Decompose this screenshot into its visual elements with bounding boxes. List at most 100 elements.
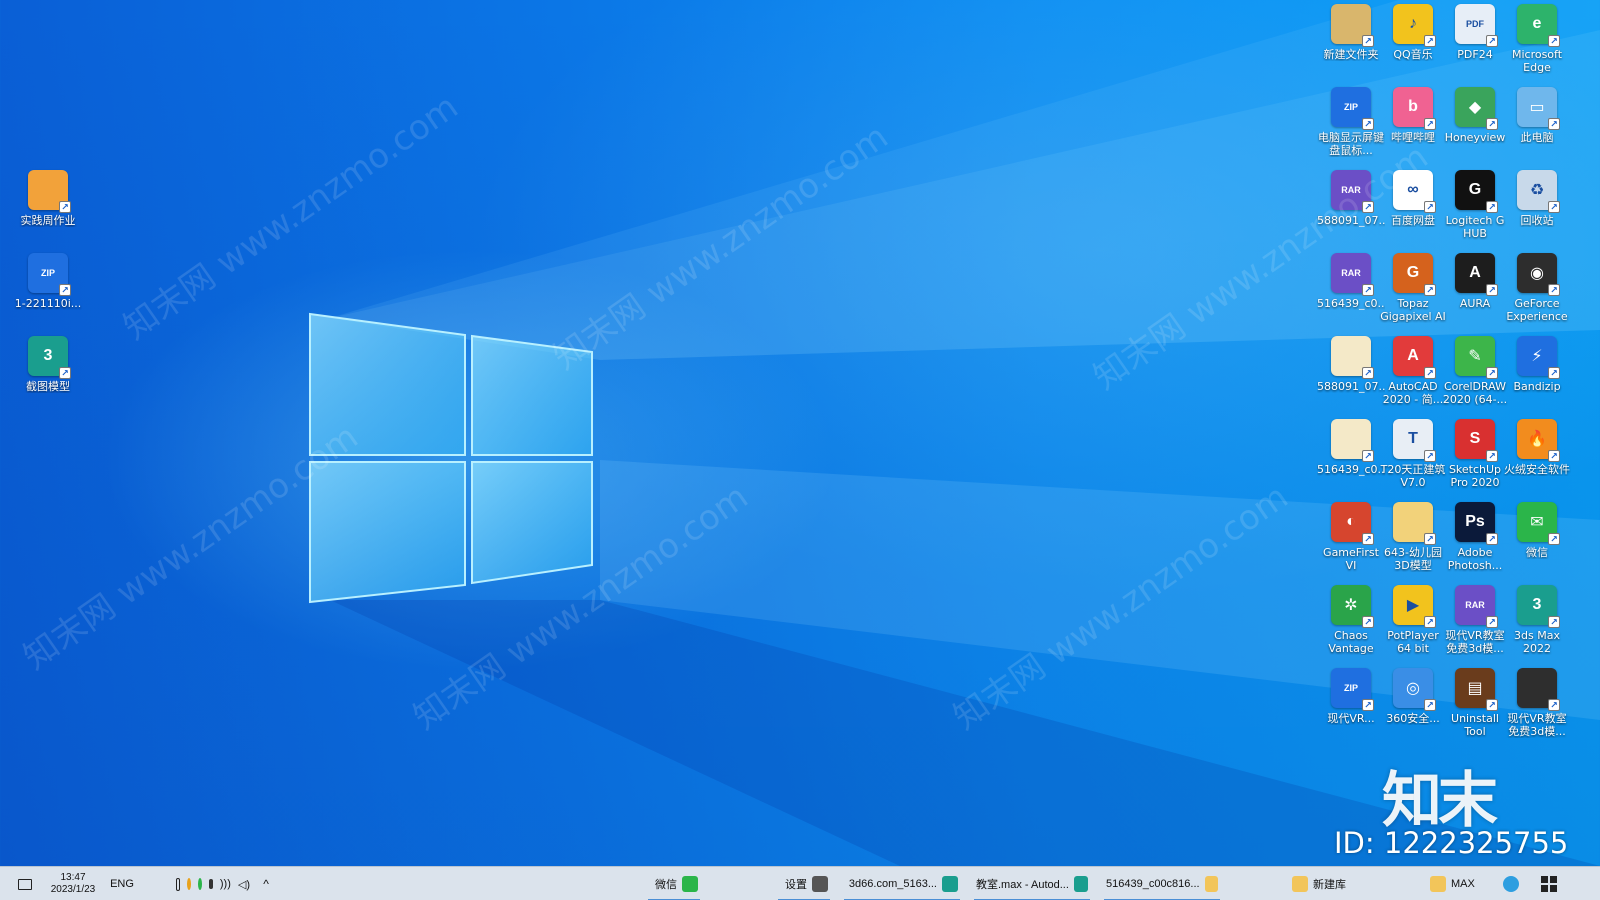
desktop-icon[interactable]: A ↗ AURA [1441, 253, 1509, 337]
desktop-icon[interactable]: ♻ ↗ 回收站 [1503, 170, 1571, 254]
desktop-icon[interactable]: ZIP ↗ 1-221110i... [14, 253, 82, 337]
edge-icon: e ↗ [1517, 4, 1560, 47]
desktop-icon[interactable]: ↗ 实践周作业 [14, 170, 82, 254]
wechat-tray-icon[interactable] [197, 878, 202, 890]
360-icon: ◎ ↗ [1393, 668, 1436, 711]
taskbar-window-button[interactable]: 微信 [644, 867, 704, 900]
computer-icon: ▭ ↗ [1517, 87, 1560, 130]
desktop-icon[interactable]: PDF ↗ PDF24 [1441, 4, 1509, 88]
shortcut-arrow-icon: ↗ [1362, 699, 1374, 711]
taskbar-label: 3d66.com_5163... [848, 878, 937, 890]
desktop-icon[interactable]: 3 ↗ 截图模型 [14, 336, 82, 420]
desktop-icon-label: Adobe Photosh... [1447, 546, 1503, 572]
desktop-icon-label: 588091_07... [1317, 214, 1385, 227]
desktop-icon[interactable]: ◎ ↗ 360安全... [1379, 668, 1447, 752]
taskbar-window-button[interactable]: 教室.max - Autod... [970, 867, 1094, 900]
topaz-icon: G ↗ [1393, 253, 1436, 296]
desktop-icon[interactable]: ZIP ↗ 现代VR... [1317, 668, 1385, 752]
desktop-icon[interactable]: ↗ 现代VR教室免费3d模... [1503, 668, 1571, 752]
nvidia-icon: ◉ ↗ [1517, 253, 1560, 296]
windows-start-icon [1541, 876, 1557, 892]
shortcut-arrow-icon: ↗ [1486, 367, 1498, 379]
gear-icon [812, 876, 828, 892]
desktop-icon[interactable]: S ↗ SketchUp Pro 2020 [1441, 419, 1509, 503]
taskbar-window-button[interactable]: 3d66.com_5163... [840, 867, 964, 900]
desktop-icon[interactable]: Ps ↗ Adobe Photosh... [1441, 502, 1509, 586]
desktop-icon[interactable]: RAR ↗ 现代VR教室免费3d模... [1441, 585, 1509, 669]
volume-icon[interactable]: ◁) [238, 878, 250, 891]
usb-icon[interactable] [176, 877, 180, 891]
desktop-icon[interactable]: ◐ ↗ GameFirst VI [1317, 502, 1385, 586]
desktop-icon[interactable]: G ↗ Logitech G HUB [1441, 170, 1509, 254]
language-indicator[interactable]: ENG [104, 867, 140, 900]
desktop-icon[interactable]: ∞ ↗ 百度网盘 [1379, 170, 1447, 254]
qq-music-icon: ♪ ↗ [1393, 4, 1436, 47]
app-tray-icon[interactable] [186, 878, 191, 890]
desktop-icon-label: GeForce Experience [1506, 297, 1568, 323]
camera-tray-icon[interactable] [208, 879, 213, 889]
desktop-icon[interactable]: ✎ ↗ CorelDRAW 2020 (64-... [1441, 336, 1509, 420]
bandizip-rar-icon: RAR ↗ [1455, 585, 1498, 628]
desktop-icon[interactable]: ▭ ↗ 此电脑 [1503, 87, 1571, 171]
shortcut-arrow-icon: ↗ [59, 284, 71, 296]
shortcut-arrow-icon: ↗ [1362, 616, 1374, 628]
desktop-icon-label: 现代VR教室免费3d模... [1445, 629, 1505, 655]
bandizip-zip-icon: ZIP ↗ [28, 253, 71, 296]
desktop-icon[interactable]: ▤ ↗ Uninstall Tool [1441, 668, 1509, 752]
desktop-icon[interactable]: ZIP ↗ 电脑显示屏键盘鼠标... [1317, 87, 1385, 171]
3dsmax-icon: 3 ↗ [28, 336, 71, 379]
desktop-icon[interactable]: G ↗ Topaz Gigapixel AI [1379, 253, 1447, 337]
taskbar-window-button[interactable]: 设置 [774, 867, 834, 900]
desktop-icon[interactable]: ♪ ↗ QQ音乐 [1379, 4, 1447, 88]
desktop-icon[interactable]: ◉ ↗ GeForce Experience [1503, 253, 1571, 337]
clock[interactable]: 13:47 2023/1/23 [42, 867, 104, 900]
desktop-icon[interactable]: ↗ 新建文件夹 [1317, 4, 1385, 88]
desktop-icon[interactable]: ↗ 588091_07... [1317, 336, 1385, 420]
shortcut-arrow-icon: ↗ [1486, 201, 1498, 213]
taskbar-edge[interactable] [1494, 867, 1528, 900]
desktop-icon[interactable]: 🔥 ↗ 火绒安全软件 [1503, 419, 1571, 503]
action-center-button[interactable] [10, 867, 40, 900]
bandizip-icon: ⚡ ↗ [1517, 336, 1560, 379]
desktop-icon[interactable]: 3 ↗ 3ds Max 2022 [1503, 585, 1571, 669]
desktop-icon[interactable]: e ↗ Microsoft Edge [1503, 4, 1571, 88]
desktop-icon[interactable]: b ↗ 哔哩哔哩 [1379, 87, 1447, 171]
desktop-icon[interactable]: ▶ ↗ PotPlayer 64 bit [1379, 585, 1447, 669]
desktop-icon[interactable]: A ↗ AutoCAD 2020 - 简... [1379, 336, 1447, 420]
shortcut-arrow-icon: ↗ [59, 367, 71, 379]
shortcut-arrow-icon: ↗ [1362, 533, 1374, 545]
desktop-icon[interactable]: ↗ 516439_c0... [1317, 419, 1385, 503]
desktop-icon-label: 百度网盘 [1391, 214, 1435, 227]
shortcut-arrow-icon: ↗ [1362, 201, 1374, 213]
shortcut-arrow-icon: ↗ [1486, 450, 1498, 462]
desktop-icon[interactable]: RAR ↗ 588091_07... [1317, 170, 1385, 254]
desktop-icon[interactable]: ◆ ↗ Honeyview [1441, 87, 1509, 171]
desktop-icon-label: 1-221110i... [14, 297, 82, 310]
desktop-icon-label: PDF24 [1457, 48, 1493, 61]
coreldraw-icon: ✎ ↗ [1455, 336, 1498, 379]
potplayer-icon: ▶ ↗ [1393, 585, 1436, 628]
shortcut-arrow-icon: ↗ [1548, 450, 1560, 462]
desktop-icon[interactable]: T ↗ T20天正建筑 V7.0 [1379, 419, 1447, 503]
desktop-icon-label: 微信 [1526, 546, 1548, 559]
folder-icon: ↗ [1331, 4, 1374, 47]
shortcut-arrow-icon: ↗ [1424, 284, 1436, 296]
taskbar-pinned-max[interactable]: MAX [1424, 867, 1490, 900]
start-button[interactable] [1532, 867, 1566, 900]
taskbar-pinned-new[interactable]: 新建库 [1286, 867, 1366, 900]
taskbar-window-button[interactable]: 516439_c00c816... [1100, 867, 1224, 900]
desktop-icon[interactable]: ✉ ↗ 微信 [1503, 502, 1571, 586]
pdf24-icon: PDF ↗ [1455, 4, 1498, 47]
desktop-icon-label: 3ds Max 2022 [1514, 629, 1560, 655]
desktop-icon[interactable]: ⚡ ↗ Bandizip [1503, 336, 1571, 420]
taskbar-label: 新建库 [1313, 879, 1346, 891]
3dsmax-icon [1073, 876, 1088, 892]
network-icon[interactable]: ))) [220, 878, 231, 890]
desktop-icon[interactable]: ✲ ↗ Chaos Vantage [1317, 585, 1385, 669]
desktop-icon[interactable]: ↗ 643-幼儿园3D模型 [1379, 502, 1447, 586]
show-hidden-icons-button[interactable]: ^ [258, 867, 274, 900]
shortcut-arrow-icon: ↗ [1424, 367, 1436, 379]
autocad-icon: A ↗ [1393, 336, 1436, 379]
clock-time: 13:47 [60, 872, 86, 883]
desktop-icon[interactable]: RAR ↗ 516439_c0... [1317, 253, 1385, 337]
